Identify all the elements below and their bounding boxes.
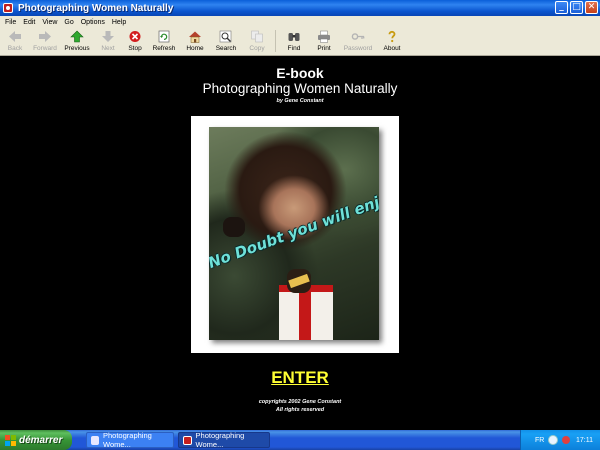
about-button[interactable]: About bbox=[377, 28, 407, 55]
alert-icon[interactable] bbox=[562, 436, 571, 444]
windows-logo-icon bbox=[5, 434, 16, 446]
menu-go[interactable]: Go bbox=[64, 19, 73, 26]
home-button[interactable]: Home bbox=[180, 28, 210, 55]
page-subtitle: Photographing Women Naturally bbox=[202, 81, 398, 96]
forward-arrow-icon bbox=[39, 31, 51, 42]
maximize-button[interactable]: □ bbox=[570, 1, 583, 14]
clock: 17:11 bbox=[576, 436, 593, 444]
password-button[interactable]: Password bbox=[339, 28, 377, 55]
search-label: Search bbox=[215, 45, 237, 52]
menu-view[interactable]: View bbox=[42, 19, 57, 26]
home-icon bbox=[189, 31, 201, 43]
cover-image-frame: No Doubt you will enjoy bbox=[191, 116, 399, 353]
refresh-label: Refresh bbox=[152, 45, 176, 52]
menu-bar: File Edit View Go Options Help bbox=[0, 16, 600, 28]
refresh-button[interactable]: Refresh bbox=[148, 28, 180, 55]
app-icon bbox=[183, 435, 192, 445]
copy-button[interactable]: Copy bbox=[242, 28, 272, 55]
close-button[interactable]: ✕ bbox=[585, 1, 598, 14]
copy-icon bbox=[251, 30, 263, 43]
enter-link-container: ENTER bbox=[0, 368, 600, 388]
back-button[interactable]: Back bbox=[0, 28, 30, 55]
boxing-trunks-graphic bbox=[279, 285, 333, 340]
title-bar: Photographing Women Naturally _ □ ✕ bbox=[0, 0, 600, 16]
forward-button[interactable]: Forward bbox=[30, 28, 60, 55]
stop-button[interactable]: Stop bbox=[122, 28, 148, 55]
menu-file[interactable]: File bbox=[5, 19, 16, 26]
stop-icon bbox=[129, 31, 141, 42]
previous-button[interactable]: Previous bbox=[60, 28, 94, 55]
window-controls: _ □ ✕ bbox=[555, 1, 598, 14]
password-label: Password bbox=[343, 45, 373, 52]
taskbar-item-active[interactable]: Photographing Wome... bbox=[178, 431, 270, 449]
taskbar: démarrer Photographing Wome... Photograp… bbox=[0, 430, 600, 450]
start-label: démarrer bbox=[19, 434, 63, 446]
page-heading: E-book bbox=[276, 65, 324, 81]
enter-link[interactable]: ENTER bbox=[271, 368, 329, 387]
page-content: E-book Photographing Women Naturally by … bbox=[0, 56, 600, 430]
forward-label: Forward bbox=[33, 45, 57, 52]
previous-label: Previous bbox=[64, 45, 90, 52]
boxing-glove-graphic bbox=[223, 217, 245, 237]
window-title: Photographing Women Naturally bbox=[18, 2, 174, 14]
stop-label: Stop bbox=[128, 45, 142, 52]
about-label: About bbox=[383, 45, 401, 52]
back-arrow-icon bbox=[9, 31, 21, 42]
printer-icon bbox=[318, 30, 330, 43]
rights-line: All rights reserved bbox=[275, 407, 325, 413]
toolbar-separator bbox=[275, 30, 276, 52]
minimize-button[interactable]: _ bbox=[555, 1, 568, 14]
copyright-notice: copyrights 2002 Gene Constant All rights… bbox=[0, 398, 600, 414]
copy-label: Copy bbox=[249, 45, 265, 52]
system-tray: FR 17:11 bbox=[520, 430, 600, 450]
print-button[interactable]: Print bbox=[309, 28, 339, 55]
taskbar-item-label: Photographing Wome... bbox=[103, 431, 152, 449]
menu-options[interactable]: Options bbox=[81, 19, 105, 26]
toolbar: Back Forward Previous Next Stop Refresh … bbox=[0, 28, 600, 56]
browser-window-icon bbox=[91, 435, 99, 445]
binoculars-icon bbox=[288, 33, 300, 41]
next-button[interactable]: Next bbox=[94, 28, 122, 55]
search-button[interactable]: Search bbox=[210, 28, 242, 55]
menu-edit[interactable]: Edit bbox=[23, 19, 35, 26]
taskbar-item[interactable]: Photographing Wome... bbox=[86, 431, 174, 449]
app-icon bbox=[3, 3, 13, 13]
search-icon bbox=[219, 30, 232, 43]
back-label: Back bbox=[7, 45, 23, 52]
print-label: Print bbox=[317, 45, 331, 52]
start-button[interactable]: démarrer bbox=[0, 430, 72, 450]
question-icon bbox=[388, 30, 396, 43]
language-indicator[interactable]: FR bbox=[535, 437, 544, 444]
find-button[interactable]: Find bbox=[279, 28, 309, 55]
home-label: Home bbox=[186, 45, 204, 52]
copyright-line: copyrights 2002 Gene Constant bbox=[258, 399, 342, 405]
author-byline: by Gene Constant bbox=[276, 98, 324, 104]
refresh-icon bbox=[158, 30, 170, 43]
network-icon[interactable] bbox=[548, 435, 559, 445]
menu-help[interactable]: Help bbox=[112, 19, 126, 26]
down-arrow-icon bbox=[102, 31, 114, 42]
next-label: Next bbox=[101, 45, 115, 52]
key-icon bbox=[351, 33, 365, 40]
up-arrow-icon bbox=[70, 30, 84, 43]
cover-photo: No Doubt you will enjoy bbox=[209, 127, 379, 340]
find-label: Find bbox=[287, 45, 301, 52]
taskbar-item-label: Photographing Wome... bbox=[195, 431, 245, 449]
